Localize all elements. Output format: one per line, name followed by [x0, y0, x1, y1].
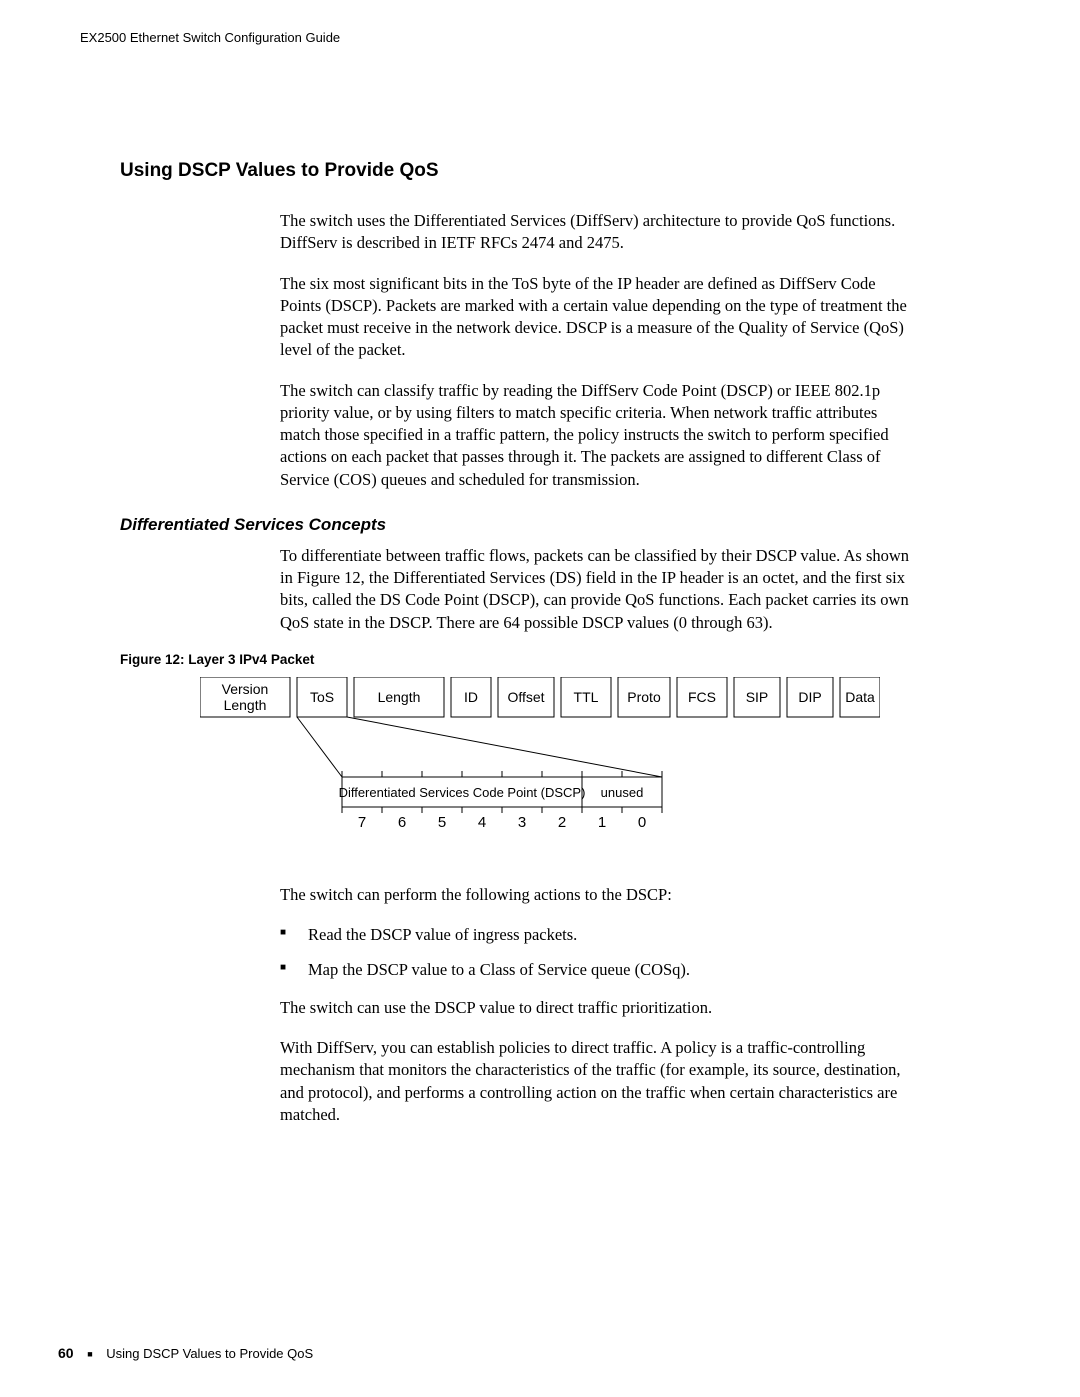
svg-text:Version: Version: [222, 681, 269, 697]
field-dip: DIP: [798, 689, 821, 705]
field-tos: ToS: [310, 689, 334, 705]
detail-dscp-label: Differentiated Services Code Point (DSCP…: [339, 785, 586, 800]
figure-caption: Figure 12: Layer 3 IPv4 Packet: [120, 652, 910, 667]
heading-1: Using DSCP Values to Provide QoS: [120, 160, 910, 182]
footer-section-title: Using DSCP Values to Provide QoS: [106, 1346, 313, 1361]
detail-unused-label: unused: [601, 785, 644, 800]
para-after-fig-2: The switch can use the DSCP value to dir…: [280, 997, 910, 1019]
para-intro-2: The six most significant bits in the ToS…: [280, 273, 910, 362]
para-after-fig-1: The switch can perform the following act…: [280, 884, 910, 906]
para-sub-1: To differentiate between traffic flows, …: [280, 545, 910, 634]
action-list: Read the DSCP value of ingress packets. …: [280, 924, 910, 981]
bit-7: 7: [358, 814, 366, 831]
svg-text:Length: Length: [224, 697, 267, 713]
bit-4: 4: [478, 814, 486, 831]
bit-6: 6: [398, 814, 406, 831]
field-fcs: FCS: [688, 689, 716, 705]
packet-diagram: Version Length ToS Length ID Offset TTL …: [200, 677, 880, 857]
field-proto: Proto: [627, 689, 661, 705]
field-data: Data: [845, 689, 875, 705]
footer: 60 ■ Using DSCP Values to Provide QoS: [58, 1345, 313, 1361]
field-sip: SIP: [746, 689, 769, 705]
field-offset: Offset: [507, 689, 544, 705]
para-after-fig-3: With DiffServ, you can establish policie…: [280, 1037, 910, 1126]
figure-12: Version Length ToS Length ID Offset TTL …: [200, 677, 910, 862]
field-length: Length: [378, 689, 421, 705]
list-item: Read the DSCP value of ingress packets.: [280, 924, 910, 946]
page: EX2500 Ethernet Switch Configuration Gui…: [0, 0, 1080, 1397]
heading-2: Differentiated Services Concepts: [120, 515, 910, 535]
para-intro-3: The switch can classify traffic by readi…: [280, 380, 910, 491]
bit-3: 3: [518, 814, 526, 831]
content-area: Using DSCP Values to Provide QoS The swi…: [120, 160, 910, 1144]
list-item: Map the DSCP value to a Class of Service…: [280, 959, 910, 981]
running-header: EX2500 Ethernet Switch Configuration Gui…: [80, 30, 340, 45]
bit-0: 0: [638, 814, 646, 831]
bit-1: 1: [598, 814, 606, 831]
field-ttl: TTL: [574, 689, 599, 705]
footer-bullet-icon: ■: [87, 1349, 92, 1359]
page-number: 60: [58, 1345, 74, 1361]
bit-2: 2: [558, 814, 566, 831]
bit-5: 5: [438, 814, 446, 831]
field-id: ID: [464, 689, 478, 705]
para-intro-1: The switch uses the Differentiated Servi…: [280, 210, 910, 255]
